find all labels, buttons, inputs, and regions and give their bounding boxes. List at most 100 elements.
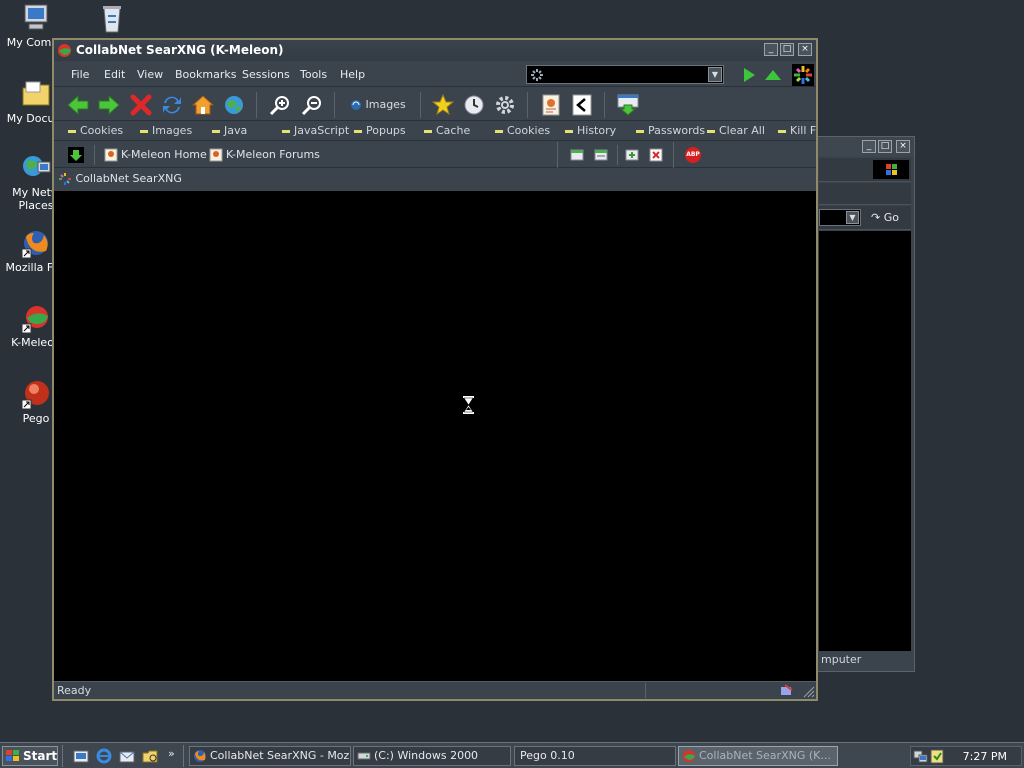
task-label: Pego 0.10 [520, 749, 575, 762]
adblock-button[interactable]: ABP [685, 147, 701, 163]
resize-grip-icon[interactable] [803, 686, 815, 698]
settings-gear-icon[interactable] [493, 93, 517, 117]
firefox-icon [194, 750, 206, 762]
download-icon[interactable] [616, 93, 640, 117]
pref-passwords[interactable]: Passwords [636, 124, 705, 137]
toggle-indicator-icon [495, 129, 503, 133]
internet-explorer-icon[interactable] [96, 748, 112, 764]
zoom-out-icon[interactable] [300, 93, 324, 117]
pego-icon [20, 378, 52, 410]
bookmarks-toolbar: K-Meleon Home K-Meleon Forums ABP [54, 142, 816, 168]
download-arrow-icon[interactable] [68, 147, 84, 163]
pref-label: History [577, 124, 617, 137]
view-source-icon[interactable] [570, 93, 594, 117]
up-arrow-icon[interactable] [764, 68, 782, 82]
background-window[interactable]: _ □ × ▼ ↷ Go mputer [815, 136, 915, 672]
security-tray-icon[interactable] [930, 749, 944, 764]
k-meleon-icon [683, 750, 695, 762]
menu-edit[interactable]: Edit [104, 68, 125, 81]
bookmark-k-meleon-forums[interactable]: K-Meleon Forums [209, 148, 320, 162]
menu-bookmarks[interactable]: Bookmarks [175, 68, 236, 81]
chevron-down-icon[interactable]: ▼ [708, 67, 722, 82]
pref-kill-flash[interactable]: Kill Fl [778, 124, 816, 137]
start-button[interactable]: Start [2, 746, 58, 766]
zoom-in-icon[interactable] [268, 93, 292, 117]
menu-sessions[interactable]: Sessions [242, 68, 290, 81]
pref-cookies[interactable]: Cookies [68, 124, 123, 137]
pref-javascript[interactable]: JavaScript [282, 124, 349, 137]
search-engine-combo[interactable]: ▼ [526, 65, 724, 84]
go-button[interactable]: ↷ Go [871, 211, 899, 224]
show-desktop-icon[interactable] [73, 748, 89, 764]
stop-icon[interactable] [129, 93, 153, 117]
pref-images[interactable]: Images [140, 124, 192, 137]
task-button-pego[interactable]: Pego 0.10 [514, 746, 676, 766]
toolbar-separator [334, 92, 335, 118]
pref-cookies-clear[interactable]: Cookies [495, 124, 550, 137]
firefox-icon [20, 227, 52, 259]
background-window-titlebar[interactable]: _ □ × [816, 137, 914, 156]
pref-clear-all[interactable]: Clear All [707, 124, 765, 137]
home-icon[interactable] [191, 93, 215, 117]
security-status-icon[interactable] [780, 684, 794, 697]
maximize-button[interactable]: □ [878, 140, 892, 153]
toolbar-separator [527, 92, 528, 118]
pref-popups[interactable]: Popups [354, 124, 406, 137]
quicklaunch-overflow-icon[interactable]: » [168, 747, 175, 760]
layer-list-icon[interactable] [594, 148, 608, 162]
task-button-firefox[interactable]: CollabNet SearXNG - Mozil... [189, 746, 351, 766]
tab-collabnet-searxng[interactable]: CollabNet SearXNG [58, 172, 182, 186]
close-button[interactable]: × [896, 140, 910, 153]
browser-window[interactable]: CollabNet SearXNG (K-Meleon) _ □ × File … [52, 38, 818, 701]
background-window-status: mputer [821, 653, 862, 666]
throbber-icon [792, 64, 814, 86]
page-info-icon[interactable] [539, 93, 563, 117]
task-button-k-meleon[interactable]: CollabNet SearXNG (K... [678, 746, 838, 766]
forward-arrow-icon[interactable] [97, 93, 121, 117]
network-tray-icon[interactable] [913, 749, 929, 764]
pref-label: Images [152, 124, 193, 137]
pref-cache[interactable]: Cache [424, 124, 470, 137]
chevron-down-icon[interactable]: ▼ [846, 211, 859, 224]
pref-history[interactable]: History [565, 124, 616, 137]
close-button[interactable]: × [798, 43, 812, 56]
menu-file[interactable]: File [71, 68, 89, 81]
layer-open-icon[interactable] [570, 148, 584, 162]
minimize-button[interactable]: _ [862, 140, 876, 153]
drive-icon [357, 752, 371, 760]
back-arrow-icon[interactable] [66, 93, 90, 117]
bookmark-star-icon[interactable] [431, 93, 455, 117]
close-layer-icon[interactable] [649, 148, 663, 162]
menu-bar: File Edit View Bookmarks Sessions Tools … [54, 62, 816, 87]
reload-icon[interactable] [160, 93, 184, 117]
searxng-spinner-icon [59, 173, 71, 185]
menu-help[interactable]: Help [340, 68, 365, 81]
tab-label: CollabNet SearXNG [75, 172, 182, 185]
start-label: Start [23, 749, 58, 763]
bookmark-k-meleon-home[interactable]: K-Meleon Home [104, 148, 207, 162]
pref-java[interactable]: Java [212, 124, 247, 137]
history-clock-icon[interactable] [462, 93, 486, 117]
taskbar-separator [62, 745, 63, 767]
task-button-windows-drive[interactable]: (C:) Windows 2000 [353, 746, 511, 766]
address-input[interactable]: ▼ [819, 209, 861, 226]
play-arrow-icon[interactable] [742, 67, 756, 83]
toolbar-separator [94, 145, 95, 165]
windows-logo-icon [873, 160, 909, 179]
k-meleon-icon [20, 302, 52, 334]
status-text: Ready [57, 684, 92, 697]
minimize-button[interactable]: _ [764, 43, 778, 56]
menu-tools[interactable]: Tools [300, 68, 327, 81]
menu-view[interactable]: View [137, 68, 163, 81]
outlook-express-icon[interactable] [119, 748, 135, 764]
toggle-indicator-icon [354, 129, 362, 133]
explorer-folder-icon[interactable] [142, 748, 158, 764]
window-titlebar[interactable]: CollabNet SearXNG (K-Meleon) _ □ × [54, 40, 816, 61]
page-content[interactable] [54, 191, 816, 681]
desktop-icon-recycle-bin[interactable] [76, 2, 148, 36]
globe-icon[interactable] [222, 93, 246, 117]
maximize-button[interactable]: □ [780, 43, 794, 56]
images-toggle-button[interactable]: Images [350, 98, 406, 111]
preferences-bar: Cookies Images Java JavaScript Popups Ca… [54, 122, 816, 141]
new-layer-icon[interactable] [625, 148, 639, 162]
